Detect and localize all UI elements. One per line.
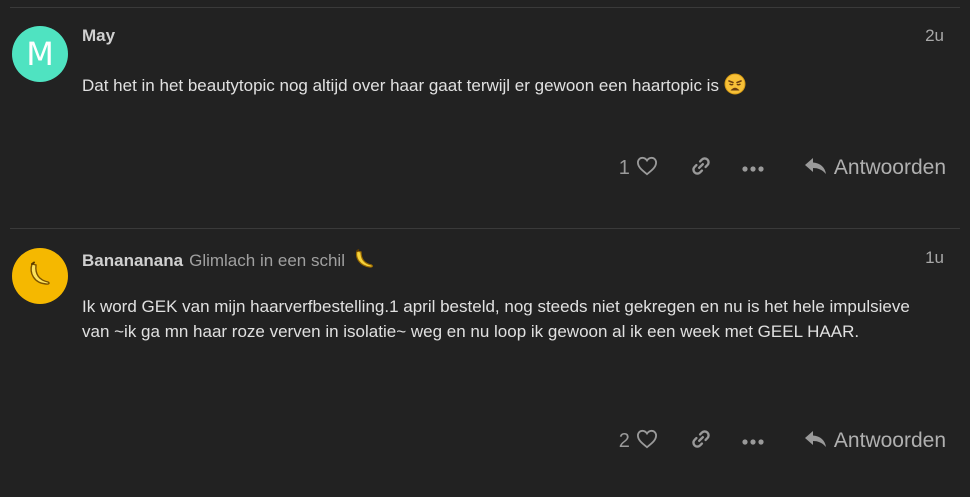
- reply-icon[interactable]: [804, 156, 828, 181]
- reply-label[interactable]: Antwoorden: [834, 156, 946, 180]
- weary-face-emoji: [724, 73, 746, 102]
- username-label[interactable]: May: [82, 26, 115, 45]
- share-link-button[interactable]: [690, 428, 712, 455]
- post-body: Dat het in het beautytopic nog altijd ov…: [82, 73, 934, 102]
- post-body: Ik word GEK van mijn haarverfbestelling.…: [82, 294, 934, 344]
- link-icon[interactable]: [690, 155, 712, 182]
- banana-emoji: [353, 248, 375, 275]
- like-button[interactable]: 1: [619, 156, 658, 181]
- user-title: Glimlach in een schil: [189, 251, 345, 270]
- post-body-text: Dat het in het beautytopic nog altijd ov…: [82, 76, 719, 95]
- reply-icon[interactable]: [804, 429, 828, 454]
- post-date[interactable]: 1u: [925, 248, 944, 268]
- post-actions: 1 Antwoorden: [619, 148, 946, 188]
- banana-icon: [25, 259, 55, 294]
- ellipsis-icon[interactable]: [742, 159, 764, 177]
- avatar[interactable]: [12, 248, 68, 304]
- top-divider: [10, 7, 960, 8]
- username-label[interactable]: Banananana: [82, 251, 183, 270]
- post-date[interactable]: 2u: [925, 26, 944, 46]
- reply-button[interactable]: Antwoorden: [804, 156, 946, 181]
- reply-label[interactable]: Antwoorden: [834, 429, 946, 453]
- username[interactable]: Banananana Glimlach in een schil: [82, 248, 375, 275]
- ellipsis-icon[interactable]: [742, 432, 764, 450]
- post-actions: 2 Antwoorden: [619, 421, 946, 461]
- link-icon[interactable]: [690, 428, 712, 455]
- more-options-button[interactable]: [742, 432, 764, 450]
- post-body-text: Ik word GEK van mijn haarverfbestelling.…: [82, 297, 910, 341]
- reply-button[interactable]: Antwoorden: [804, 429, 946, 454]
- heart-icon[interactable]: [636, 156, 658, 181]
- share-link-button[interactable]: [690, 155, 712, 182]
- avatar[interactable]: M: [12, 26, 68, 82]
- heart-icon[interactable]: [636, 429, 658, 454]
- username[interactable]: May: [82, 26, 115, 46]
- avatar-letter: M: [26, 35, 54, 73]
- like-button[interactable]: 2: [619, 429, 658, 454]
- post-divider: [10, 228, 960, 229]
- like-count[interactable]: 1: [619, 157, 630, 180]
- more-options-button[interactable]: [742, 159, 764, 177]
- like-count[interactable]: 2: [619, 430, 630, 453]
